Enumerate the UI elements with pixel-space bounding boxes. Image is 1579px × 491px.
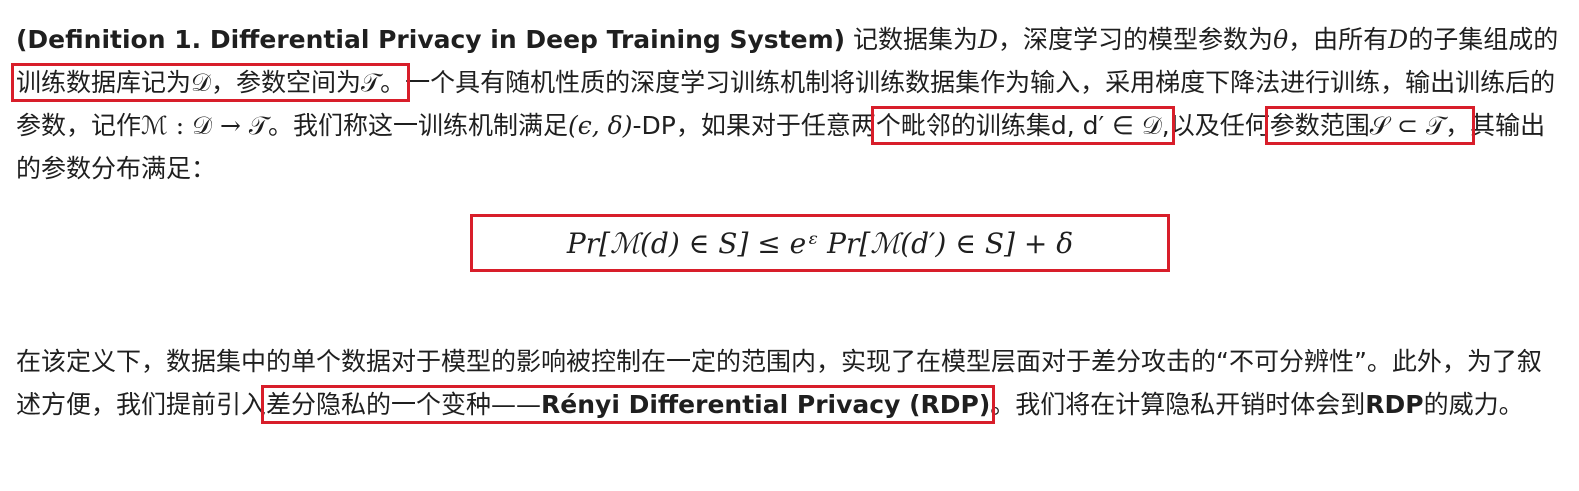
formula-box: Pr[ℳ(d) ∈ S] ≤ eᵋ Pr[ℳ(d′) ∈ S] + δ bbox=[470, 214, 1170, 272]
rdp-abbrev: RDP bbox=[1365, 390, 1424, 419]
text-segment: ，由所有 bbox=[1288, 25, 1389, 54]
math-symbol-D: D bbox=[1388, 25, 1409, 54]
math-eps-delta: (ϵ, δ) bbox=[568, 111, 633, 140]
rdp-term: Rényi Differential Privacy (RDP) bbox=[541, 390, 991, 419]
text-segment: 的威力。 bbox=[1423, 390, 1524, 419]
text-segment: 。我们称这一训练机制满足 bbox=[268, 111, 569, 140]
dp-formula: Pr[ℳ(d) ∈ S] ≤ eᵋ Pr[ℳ(d′) ∈ S] + δ bbox=[566, 226, 1074, 260]
math-symbol-D: D bbox=[978, 25, 999, 54]
text-segment: ，深度学习的模型参数为 bbox=[998, 25, 1274, 54]
math-mechanism: ℳ : 𝒟 → 𝒯 bbox=[141, 111, 269, 140]
text-segment: 以及任何 bbox=[1169, 111, 1270, 140]
text-segment: 差分隐私的一个变种—— bbox=[266, 390, 542, 419]
highlight-box-adjacent-sets: 个毗邻的训练集d, d′ ∈ 𝒟, bbox=[870, 106, 1175, 145]
highlight-box-database: 训练数据库记为𝒟，参数空间为𝒯。 bbox=[10, 63, 411, 102]
text-segment: -DP，如果对于任意两 bbox=[632, 111, 876, 140]
definition-paragraph: (Definition 1. Differential Privacy in D… bbox=[10, 18, 1566, 190]
highlight-box-rdp: 差分隐私的一个变种——Rényi Differential Privacy (R… bbox=[261, 385, 996, 424]
math-symbol-theta: θ bbox=[1273, 25, 1289, 54]
highlight-box-parameter-range: 参数范围𝒮 ⊂ 𝒯， bbox=[1264, 106, 1476, 145]
text-segment: 。我们将在计算隐私开销时体会到 bbox=[990, 390, 1366, 419]
text-segment: 记数据集为 bbox=[845, 25, 978, 54]
definition-title: (Definition 1. Differential Privacy in D… bbox=[16, 25, 846, 54]
text-segment: 的子集组成的 bbox=[1408, 25, 1559, 54]
explanation-paragraph: 在该定义下，数据集中的单个数据对于模型的影响被控制在一定的范围内，实现了在模型层… bbox=[16, 340, 1566, 426]
